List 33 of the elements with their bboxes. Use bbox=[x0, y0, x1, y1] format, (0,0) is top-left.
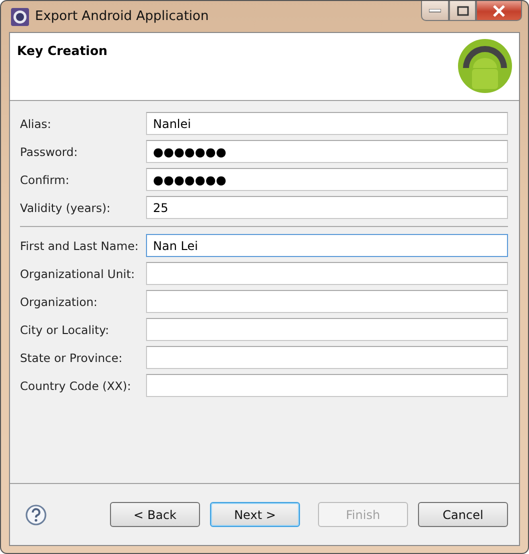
close-button[interactable] bbox=[476, 1, 522, 21]
maximize-icon bbox=[456, 6, 468, 16]
maximize-button[interactable] bbox=[449, 1, 476, 21]
input-field[interactable] bbox=[146, 290, 508, 313]
minimize-icon bbox=[429, 8, 441, 12]
input-field[interactable]: ●●●●●●● bbox=[146, 168, 508, 191]
field-label: Confirm: bbox=[20, 172, 70, 186]
input-field[interactable]: ●●●●●●● bbox=[146, 140, 508, 163]
window-title: Export Android Application bbox=[35, 9, 209, 24]
dialog-button[interactable]: Cancel bbox=[418, 502, 508, 527]
input-field[interactable] bbox=[146, 318, 508, 341]
input-field[interactable] bbox=[146, 346, 508, 369]
robot-badge-icon bbox=[457, 38, 513, 94]
close-icon bbox=[492, 4, 506, 16]
input-field[interactable] bbox=[146, 374, 508, 397]
field-label: First and Last Name: bbox=[20, 238, 140, 252]
field-label: Country Code (XX): bbox=[20, 378, 132, 392]
field-label: Organizational Unit: bbox=[20, 266, 136, 280]
field-label: State or Province: bbox=[20, 350, 124, 364]
field-label: Password: bbox=[20, 144, 79, 158]
field-label: Alias: bbox=[20, 116, 52, 130]
field-label: Organization: bbox=[20, 294, 98, 308]
minimize-button[interactable] bbox=[421, 1, 449, 21]
input-field[interactable]: 25 bbox=[146, 196, 508, 219]
field-label: Validity (years): bbox=[20, 200, 112, 214]
field-label: City or Locality: bbox=[20, 322, 110, 336]
page-title: Key Creation bbox=[17, 43, 108, 60]
dialog-button[interactable]: < Back bbox=[110, 502, 200, 527]
dialog-button[interactable]: Next > bbox=[210, 502, 300, 527]
input-field[interactable]: Nan Lei bbox=[146, 234, 508, 257]
input-field[interactable] bbox=[146, 262, 508, 285]
help-icon[interactable] bbox=[25, 504, 47, 526]
input-field[interactable]: Nanlei bbox=[146, 112, 508, 135]
